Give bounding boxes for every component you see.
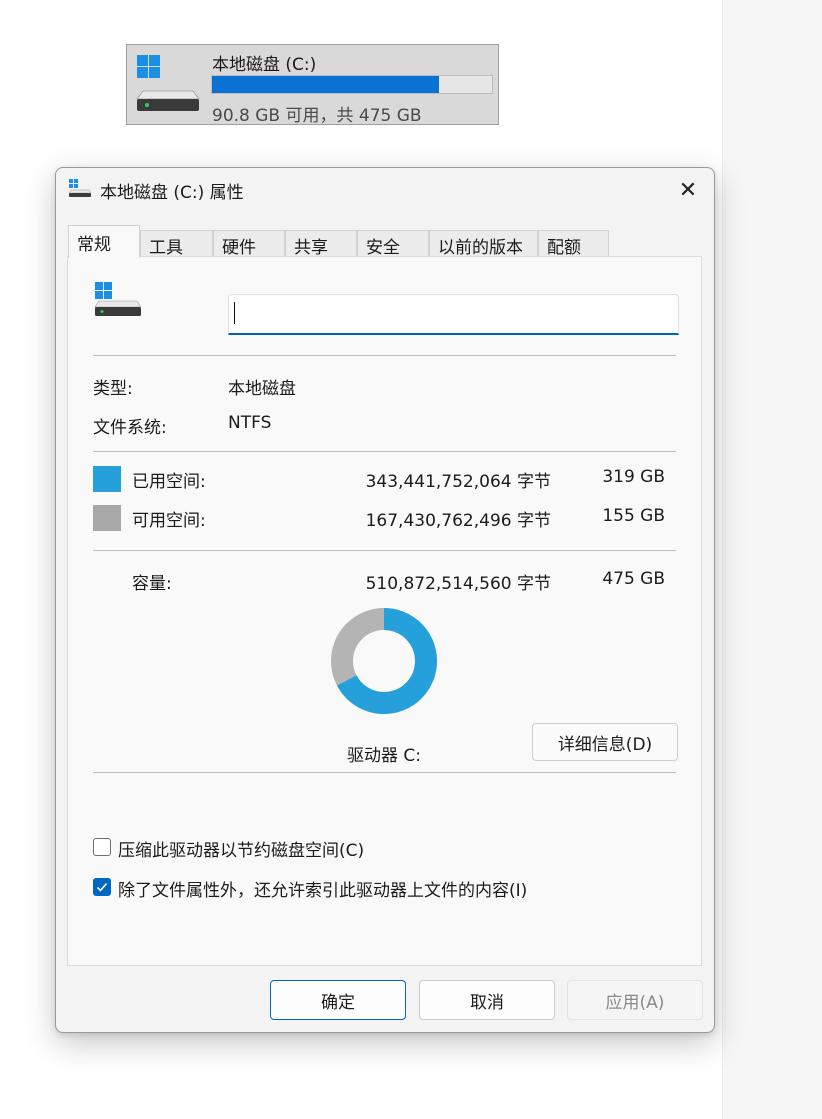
ok-button[interactable]: 确定 (270, 980, 406, 1020)
file-system-value: NTFS (228, 413, 272, 433)
hard-drive-icon (94, 282, 142, 316)
apply-button[interactable]: 应用(A) (567, 980, 703, 1020)
separator (93, 772, 676, 773)
details-button[interactable]: 详细信息(D) (532, 723, 678, 761)
tab-hardware[interactable]: 硬件 (213, 230, 285, 258)
cancel-button[interactable]: 取消 (419, 980, 555, 1020)
file-system-label: 文件系统: (93, 418, 167, 438)
capacity-label: 容量: (132, 574, 172, 594)
drive-letter-label: 驱动器 C: (347, 746, 422, 766)
usage-donut-chart (331, 608, 437, 714)
tab-general[interactable]: 常规 (68, 225, 140, 258)
free-space-size: 155 GB (602, 506, 665, 526)
capacity-bytes: 510,872,514,560 字节 (365, 574, 551, 594)
free-space-bytes: 167,430,762,496 字节 (365, 511, 551, 531)
checkmark-icon (96, 882, 108, 892)
compress-checkbox[interactable] (93, 838, 111, 856)
hard-drive-icon (68, 179, 92, 197)
used-space-swatch (93, 466, 121, 492)
type-value: 本地磁盘 (228, 379, 296, 399)
separator (93, 355, 676, 356)
index-label[interactable]: 除了文件属性外，还允许索引此驱动器上文件的内容(I) (118, 876, 527, 901)
used-space-label: 已用空间: (132, 472, 206, 492)
dialog-title: 本地磁盘 (C:) 属性 (100, 183, 244, 203)
tab-tools[interactable]: 工具 (140, 230, 213, 258)
free-space-swatch (93, 505, 121, 531)
background-panel (722, 0, 822, 1119)
tab-quota[interactable]: 配额 (538, 230, 609, 258)
usage-bar (211, 75, 493, 94)
index-checkbox[interactable] (93, 878, 111, 896)
general-tab-panel: 类型: 本地磁盘 文件系统: NTFS 已用空间: 343,441,752,06… (67, 256, 702, 966)
compress-label[interactable]: 压缩此驱动器以节约磁盘空间(C) (118, 836, 364, 861)
tab-security[interactable]: 安全 (357, 230, 429, 258)
drive-name: 本地磁盘 (C:) (212, 55, 317, 75)
properties-dialog: 本地磁盘 (C:) 属性 ✕ 常规 工具 硬件 共享 安全 以前的版本 配额 类… (55, 167, 715, 1033)
drive-name-input[interactable] (228, 294, 679, 335)
used-space-size: 319 GB (602, 467, 665, 487)
separator (93, 550, 676, 551)
title-bar[interactable]: 本地磁盘 (C:) 属性 ✕ (56, 168, 714, 212)
free-space-label: 可用空间: (132, 511, 206, 531)
tab-previous-versions[interactable]: 以前的版本 (429, 230, 538, 258)
capacity-size: 475 GB (602, 569, 665, 589)
usage-bar-fill (212, 76, 439, 93)
used-space-bytes: 343,441,752,064 字节 (365, 472, 551, 492)
tab-sharing[interactable]: 共享 (285, 230, 357, 258)
close-icon: ✕ (678, 177, 698, 203)
close-button[interactable]: ✕ (670, 174, 706, 206)
text-caret (234, 302, 235, 324)
hard-drive-icon (136, 55, 200, 111)
free-space-text: 90.8 GB 可用，共 475 GB (212, 106, 422, 126)
type-label: 类型: (93, 379, 133, 399)
separator (93, 451, 676, 452)
drive-tile-c[interactable]: 本地磁盘 (C:) 90.8 GB 可用，共 475 GB (126, 44, 499, 126)
